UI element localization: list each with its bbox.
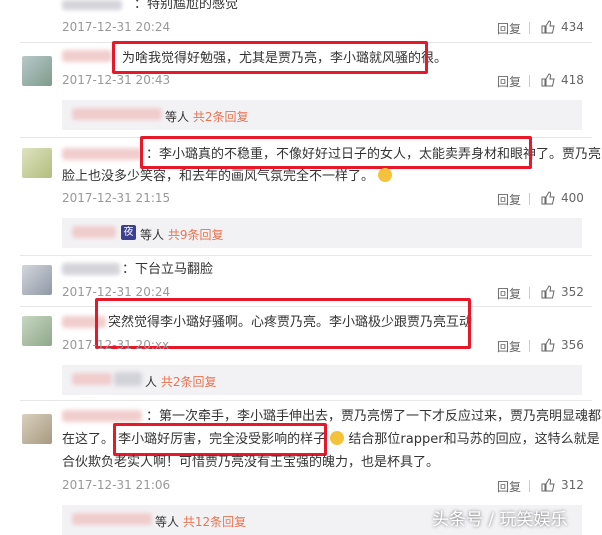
divider — [529, 193, 530, 205]
separator — [20, 255, 592, 256]
highlight-box — [113, 423, 327, 456]
laugh-emoji-icon — [330, 431, 345, 445]
reply-button[interactable]: 回复 — [497, 338, 521, 355]
reply-button[interactable]: 回复 — [497, 191, 521, 208]
comment-text: ：下台立马翻脸 — [122, 262, 214, 277]
avatar[interactable] — [22, 56, 52, 86]
like-count: 352 — [561, 285, 584, 299]
like-count: 400 — [561, 191, 584, 205]
divider — [529, 75, 530, 87]
divider — [529, 287, 530, 299]
divider — [529, 480, 530, 492]
reply-count-link[interactable]: 共2条回复 — [161, 375, 217, 389]
like-icon[interactable] — [541, 20, 555, 34]
divider — [529, 340, 530, 352]
smile-emoji-icon — [378, 168, 393, 182]
like-icon[interactable] — [541, 338, 555, 352]
like-icon[interactable] — [541, 191, 555, 205]
reply-count-link[interactable]: 共9条回复 — [168, 228, 224, 242]
avatar[interactable] — [22, 316, 52, 346]
blurred-username — [72, 226, 116, 238]
like-icon[interactable] — [541, 73, 555, 87]
like-count: 434 — [561, 20, 584, 34]
like-count: 356 — [561, 338, 584, 352]
avatar[interactable] — [22, 265, 52, 295]
comment-time: 2017-12-31 21:06 — [62, 478, 171, 492]
divider — [529, 22, 530, 34]
comment-text: ：特别尴尬的感觉 — [134, 0, 239, 12]
blurred-username — [62, 50, 112, 62]
comment-text-line3: 合伙欺负老实人啊！可惜贾乃亮没有王宝强的魄力，也是杯具了。 — [62, 455, 440, 470]
sub-replies-summary[interactable]: 等人 共9条回复 — [140, 226, 223, 243]
separator — [20, 400, 592, 401]
blurred-username — [72, 108, 162, 120]
like-count: 312 — [561, 478, 584, 492]
blurred-username — [62, 0, 122, 10]
blurred-username — [62, 410, 142, 422]
reply-button[interactable]: 回复 — [497, 285, 521, 302]
like-icon[interactable] — [541, 285, 555, 299]
sub-replies-summary[interactable]: 等人 共2条回复 — [165, 108, 248, 125]
comment-time: 2017-12-31 21:15 — [62, 191, 171, 205]
comment-time: 2017-12-31 20:24 — [62, 20, 171, 34]
reply-count-link[interactable]: 共12条回复 — [183, 515, 246, 529]
sub-replies-summary[interactable]: 等人 共12条回复 — [155, 513, 246, 530]
avatar[interactable] — [22, 414, 52, 444]
reply-button[interactable]: 回复 — [497, 478, 521, 495]
avatar[interactable] — [22, 148, 52, 178]
comment-time: 2017-12-31 20:xx — [62, 338, 170, 352]
highlight-box — [140, 136, 532, 169]
reply-count-link[interactable]: 共2条回复 — [193, 110, 249, 124]
highlight-box — [112, 41, 428, 74]
blurred-username — [62, 148, 142, 160]
comment-time: 2017-12-31 20:24 — [62, 285, 171, 299]
comment-time: 2017-12-31 20:43 — [62, 73, 171, 87]
comment-text-line2: 脸上也没多少笑容，和去年的画风气氛完全不一样了。 — [62, 168, 393, 186]
reply-button[interactable]: 回复 — [497, 73, 521, 90]
sub-replies-summary[interactable]: 人 共2条回复 — [145, 373, 216, 390]
like-icon[interactable] — [541, 478, 555, 492]
reply-button[interactable]: 回复 — [497, 20, 521, 37]
blurred-avatar — [114, 372, 142, 386]
watermark: 头条号 / 玩笑娱乐 — [432, 510, 568, 530]
blurred-username — [62, 263, 120, 275]
blurred-username — [72, 373, 112, 385]
blurred-username — [72, 513, 152, 525]
user-tag-icon: 夜 — [121, 225, 136, 240]
like-count: 418 — [561, 73, 584, 87]
